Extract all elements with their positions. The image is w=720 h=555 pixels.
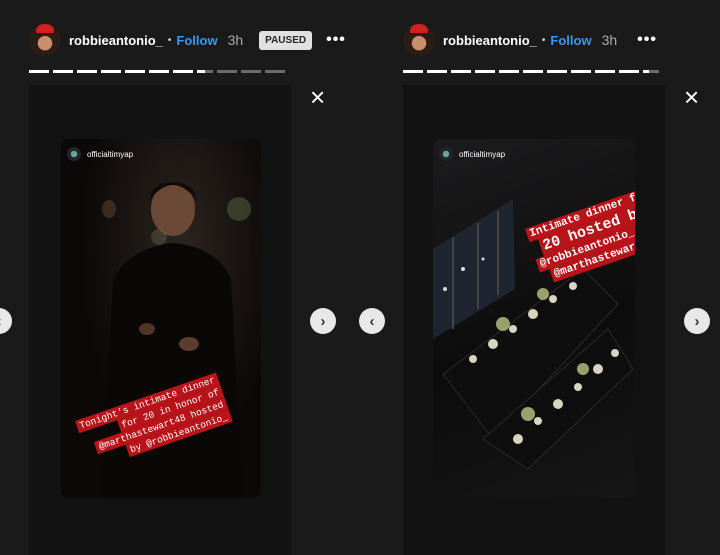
chevron-right-icon: › [694, 312, 700, 330]
reposted-story: officialtimyap Intimate dinner for 20 ho… [433, 139, 635, 498]
story-media[interactable]: officialtimyap Tonight's intimate dinner… [29, 85, 291, 555]
timestamp: 3h [227, 32, 244, 48]
follow-button[interactable]: Follow [176, 33, 217, 48]
story-panel-2: ‹ robbieantonio_ • Follow 3h ••• × offic… [359, 0, 720, 555]
progress-segment [149, 70, 169, 73]
progress-segment [173, 70, 193, 73]
progress-bar [29, 70, 285, 73]
username[interactable]: robbieantonio_ [69, 33, 163, 48]
progress-segment [197, 70, 205, 73]
progress-segment [451, 70, 471, 73]
progress-segment [571, 70, 591, 73]
reposted-story: officialtimyap Tonight's intimate dinner… [61, 139, 261, 498]
paused-badge: PAUSED [259, 30, 313, 50]
progress-bar [403, 70, 659, 73]
close-icon[interactable]: × [310, 84, 325, 110]
progress-segment [241, 70, 261, 73]
chevron-right-icon: › [320, 312, 326, 330]
timestamp: 3h [601, 32, 618, 48]
more-options-icon[interactable]: ••• [326, 31, 346, 49]
dinner-table-photo [433, 199, 634, 470]
story-panel-1: robbieantonio_ • Follow 3h PAUSED ••• × … [0, 0, 360, 555]
separator-dot: • [167, 34, 172, 46]
username[interactable]: robbieantonio_ [443, 33, 537, 48]
story-header: robbieantonio_ • Follow 3h PAUSED ••• [29, 22, 346, 58]
progress-segment [523, 70, 543, 73]
progress-segment [619, 70, 639, 73]
avatar[interactable] [29, 24, 61, 56]
progress-segment [547, 70, 567, 73]
progress-segment [265, 70, 285, 73]
progress-segment [649, 70, 659, 73]
progress-segment [217, 70, 237, 73]
more-options-icon[interactable]: ••• [637, 31, 657, 49]
progress-segment [77, 70, 97, 73]
separator-dot: • [541, 34, 546, 46]
progress-segment [101, 70, 121, 73]
chevron-left-icon: ‹ [369, 312, 375, 330]
avatar[interactable] [403, 24, 435, 56]
progress-segment [595, 70, 615, 73]
previous-story-button[interactable]: ‹ [359, 308, 385, 334]
progress-segment [475, 70, 495, 73]
progress-segment [499, 70, 519, 73]
progress-segment [205, 70, 213, 73]
progress-segment [427, 70, 447, 73]
progress-segment [53, 70, 73, 73]
story-header: robbieantonio_ • Follow 3h ••• [403, 22, 657, 58]
follow-button[interactable]: Follow [550, 33, 591, 48]
progress-segment [29, 70, 49, 73]
close-icon[interactable]: × [684, 84, 699, 110]
next-story-button[interactable]: › [684, 308, 710, 334]
progress-segment [403, 70, 423, 73]
next-story-button[interactable]: › [310, 308, 336, 334]
story-media[interactable]: officialtimyap Intimate dinner for 20 ho… [403, 85, 665, 555]
progress-segment [125, 70, 145, 73]
